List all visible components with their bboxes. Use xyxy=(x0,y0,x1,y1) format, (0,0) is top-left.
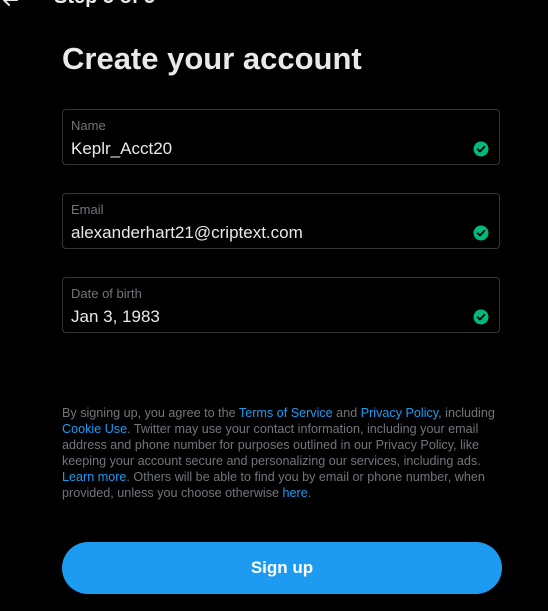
date-of-birth-field-label: Date of birth xyxy=(71,286,142,301)
legal-text: and xyxy=(332,406,361,420)
email-field[interactable]: Email alexanderhart21@criptext.com xyxy=(62,193,500,249)
date-of-birth-field[interactable]: Date of birth Jan 3, 1983 xyxy=(62,277,500,333)
page-title: Create your account xyxy=(62,41,362,76)
email-field-label: Email xyxy=(71,202,104,217)
legal-text: . xyxy=(307,486,312,500)
legal-text: . Others will be able to find you by ema… xyxy=(62,470,485,500)
legal-disclaimer: By signing up, you agree to the Terms of… xyxy=(62,405,508,501)
legal-text: , including xyxy=(438,406,495,420)
name-field-value[interactable]: Keplr_Acct20 xyxy=(71,139,172,159)
email-field-value[interactable]: alexanderhart21@criptext.com xyxy=(71,223,303,243)
arrow-left-icon[interactable] xyxy=(2,0,18,8)
header: Step 5 of 5 xyxy=(0,0,548,8)
here-link[interactable]: here xyxy=(283,486,308,500)
learn-more-link[interactable]: Learn more xyxy=(62,470,126,484)
step-indicator: Step 5 of 5 xyxy=(54,0,155,8)
check-circle-icon xyxy=(473,309,489,325)
privacy-policy-link[interactable]: Privacy Policy xyxy=(361,406,438,420)
name-field[interactable]: Name Keplr_Acct20 xyxy=(62,109,500,165)
name-field-label: Name xyxy=(71,118,106,133)
check-circle-icon xyxy=(473,141,489,157)
legal-text: By signing up, you agree to the xyxy=(62,406,239,420)
terms-of-service-link[interactable]: Terms of Service xyxy=(239,406,333,420)
check-circle-icon xyxy=(473,225,489,241)
cookie-use-link[interactable]: Cookie Use xyxy=(62,422,127,436)
date-of-birth-field-value[interactable]: Jan 3, 1983 xyxy=(71,307,160,327)
sign-up-button[interactable]: Sign up xyxy=(62,542,502,594)
